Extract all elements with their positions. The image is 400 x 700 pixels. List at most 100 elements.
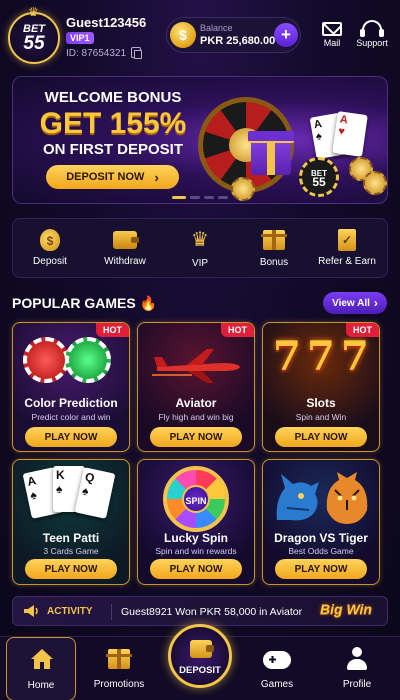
welcome-bonus-banner[interactable]: WELCOME BONUS GET 155% ON FIRST DEPOSIT … (12, 76, 388, 204)
logo-line2: 55 (23, 32, 45, 54)
nav-profile-label: Profile (342, 679, 372, 690)
seven-symbol-image: 7 (273, 333, 301, 380)
play-now-button[interactable]: PLAY NOW (25, 427, 117, 447)
deposit-fab-button[interactable]: DEPOSIT (168, 624, 232, 688)
game-title: Teen Patti (42, 531, 100, 545)
quick-action-label: Refer & Earn (318, 256, 376, 267)
section-title: POPULAR GAMES 🔥 (12, 295, 157, 312)
mail-icon (322, 22, 342, 36)
game-card-slots[interactable]: 7 7 7 HOT Slots Spin and Win PLAY NOW (262, 322, 380, 452)
game-card-teen-patti[interactable]: A ♠ K ♠ Q ♠ Teen Patti 3 Cards Game PLAY NO… (12, 459, 130, 585)
game-card-dragon-vs-tiger[interactable]: Dragon VS Tiger Best Odds Game PLAY NOW (262, 459, 380, 585)
play-now-button[interactable]: PLAY NOW (150, 559, 242, 579)
chevron-right-icon: › (373, 296, 378, 310)
header: ♛ BET 55 Guest123456 VIP1 ID: 87654321 $… (0, 0, 400, 70)
deposit-now-button[interactable]: DEPOSIT NOW › (46, 165, 179, 189)
play-now-button[interactable]: PLAY NOW (25, 559, 117, 579)
seven-symbol-image: 7 (307, 333, 335, 380)
quick-action-withdraw[interactable]: Withdraw (90, 227, 160, 267)
game-subtitle: Predict color and win (31, 412, 111, 422)
nav-home-label: Home (27, 680, 55, 691)
quick-action-vip[interactable]: ♛ VIP (165, 227, 235, 269)
game-subtitle: Fly high and win big (158, 412, 234, 422)
nav-home[interactable]: Home (6, 637, 76, 700)
dragon-image (276, 474, 319, 521)
fire-icon: 🔥 (139, 295, 158, 311)
nav-promotions[interactable]: Promotions (84, 637, 154, 700)
wallet-icon (190, 640, 214, 658)
popular-games-title: POPULAR GAMES (12, 295, 136, 311)
nav-promotions-label: Promotions (93, 679, 145, 690)
chevron-right-icon: › (154, 169, 159, 185)
game-card-aviator[interactable]: HOT Aviator Fly high and win big PLAY NO… (137, 322, 255, 452)
mail-button[interactable]: Mail (312, 20, 352, 48)
quick-action-bonus[interactable]: Bonus (239, 227, 309, 268)
quick-actions-bar: $ Deposit Withdraw ♛ VIP Bonus ✓ Refer &… (12, 218, 388, 278)
banner-line1: WELCOME BONUS (44, 89, 182, 106)
support-button[interactable]: Support (352, 20, 392, 48)
gift-icon (261, 230, 287, 250)
game-title: Aviator (175, 396, 217, 410)
seven-symbol-image: 7 (341, 333, 369, 380)
support-label: Support (356, 38, 388, 48)
game-title: Slots (306, 396, 336, 410)
game-subtitle: Spin and Win (295, 412, 347, 422)
bet55-chip-image: BET 55 (299, 157, 339, 197)
quick-action-deposit[interactable]: $ Deposit (15, 227, 85, 267)
nav-profile[interactable]: Profile (322, 637, 392, 700)
balance-label: Balance (200, 23, 233, 33)
carousel-dot[interactable] (172, 196, 186, 199)
add-funds-button[interactable]: + (274, 23, 298, 47)
home-icon (31, 649, 53, 669)
activity-label: ACTIVITY (47, 606, 93, 617)
banner-line2: GET 155% (39, 107, 187, 140)
view-all-label: View All (332, 297, 370, 309)
megaphone-icon (24, 605, 38, 617)
airplane-image (152, 349, 240, 383)
carousel-dot[interactable] (204, 196, 214, 199)
wallet-icon (113, 231, 139, 249)
headset-icon (360, 20, 384, 37)
quick-action-label: VIP (191, 258, 209, 269)
chip-logo-line2: 55 (312, 175, 326, 189)
app-root: ♛ BET 55 Guest123456 VIP1 ID: 87654321 $… (0, 0, 400, 700)
copy-icon[interactable] (131, 47, 142, 59)
quick-action-refer[interactable]: ✓ Refer & Earn (312, 227, 382, 267)
money-bag-icon: $ (40, 229, 60, 251)
green-chip-image (65, 337, 111, 383)
play-now-button[interactable]: PLAY NOW (275, 559, 367, 579)
game-card-lucky-spin[interactable]: SPIN Lucky Spin Spin and win rewards PLA… (137, 459, 255, 585)
crown-icon: ♛ (191, 229, 209, 251)
gift-icon (106, 649, 132, 669)
mail-label: Mail (323, 38, 341, 48)
balance-value: PKR 25,680.00 (200, 35, 276, 47)
clipboard-icon: ✓ (338, 229, 356, 251)
red-chip-image (23, 337, 69, 383)
game-title: Dragon VS Tiger (274, 531, 368, 545)
wheel-center-label: SPIN (182, 485, 210, 513)
divider (111, 604, 112, 620)
game-card-color-prediction[interactable]: HOT Color Prediction Predict color and w… (12, 322, 130, 452)
game-subtitle: 3 Cards Game (43, 546, 99, 556)
view-all-button[interactable]: View All › (323, 292, 387, 314)
deposit-fab-label: DEPOSIT (179, 665, 221, 676)
nav-games[interactable]: Games (242, 637, 312, 700)
username: Guest123456 (66, 15, 147, 30)
gamepad-icon (263, 651, 291, 669)
game-title: Lucky Spin (163, 531, 228, 545)
deposit-now-label: DEPOSIT NOW (66, 171, 145, 183)
balance-box: $ Balance PKR 25,680.00 + (166, 17, 301, 53)
banner-line3: ON FIRST DEPOSIT (42, 141, 183, 158)
bet55-logo[interactable]: ♛ BET 55 (8, 5, 60, 64)
hot-badge: HOT (96, 323, 129, 337)
carousel-dot[interactable] (218, 196, 228, 199)
activity-ticker[interactable]: ACTIVITY Guest8921 Won PKR 58,000 in Avi… (12, 596, 388, 626)
play-now-button[interactable]: PLAY NOW (150, 427, 242, 447)
nav-games-label: Games (260, 679, 294, 690)
game-subtitle: Best Odds Game (288, 546, 354, 556)
tiger-image (326, 472, 368, 524)
user-id: ID: 87654321 (66, 48, 127, 59)
play-now-button[interactable]: PLAY NOW (275, 427, 367, 447)
ace-heart-card-image: A ♥ (332, 111, 368, 157)
carousel-dot[interactable] (190, 196, 200, 199)
